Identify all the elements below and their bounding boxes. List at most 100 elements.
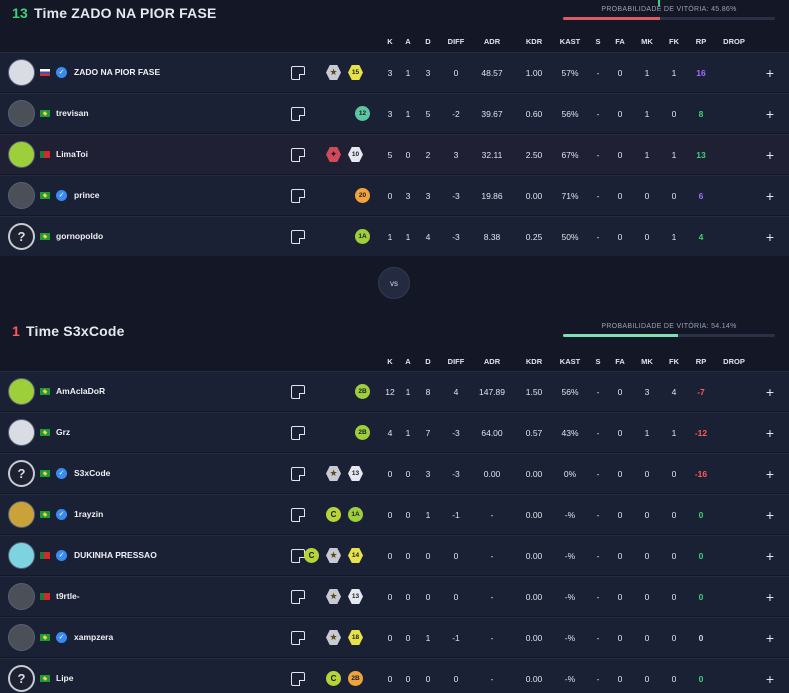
player-name[interactable]: gornopoldo — [56, 231, 103, 241]
stat-d: 8 — [425, 386, 431, 397]
player-avatar[interactable] — [8, 378, 35, 405]
player-name[interactable]: Grz — [56, 427, 70, 437]
stat-adr: 39.67 — [481, 108, 503, 119]
stat-adr: 32.11 — [481, 149, 503, 160]
expand-plus-icon[interactable]: + — [766, 385, 774, 399]
badge-circle-o-icon: 20 — [355, 188, 370, 203]
expand-plus-icon[interactable]: + — [766, 66, 774, 80]
note-icon[interactable] — [291, 148, 305, 162]
stat-d: 3 — [425, 190, 431, 201]
stat-fk: 0 — [671, 190, 677, 201]
stat-fk: 0 — [671, 673, 677, 684]
stat-fk: 1 — [671, 149, 677, 160]
stat-adr: - — [490, 673, 494, 684]
note-icon[interactable] — [291, 631, 305, 645]
note-icon[interactable] — [291, 508, 305, 522]
badge-c-icon: C — [304, 548, 319, 563]
stat-fa: 0 — [617, 591, 623, 602]
player-avatar[interactable] — [8, 100, 35, 127]
column-header-s: S — [595, 357, 601, 366]
expand-plus-icon[interactable]: + — [766, 189, 774, 203]
stat-adr: 147.89 — [479, 386, 505, 397]
team-header: 1 Time S3xCode PROBABILIDADE DE VITÓRIA: 5… — [0, 317, 789, 350]
column-header-s: S — [595, 37, 601, 46]
note-icon[interactable] — [291, 66, 305, 80]
column-header-adr: ADR — [483, 37, 501, 46]
player-name[interactable]: 1rayzin — [74, 509, 103, 519]
stat-fa: 0 — [617, 550, 623, 561]
note-icon[interactable] — [291, 230, 305, 244]
country-flag-icon — [40, 110, 50, 117]
note-icon[interactable] — [291, 385, 305, 399]
player-name[interactable]: t9rtle- — [56, 591, 80, 601]
expand-plus-icon[interactable]: + — [766, 508, 774, 522]
column-header-adr: ADR — [483, 357, 501, 366]
stat-mk: 0 — [644, 632, 650, 643]
stat-rp: -7 — [697, 386, 705, 397]
expand-plus-icon[interactable]: + — [766, 672, 774, 686]
column-header-mk: MK — [641, 357, 653, 366]
player-name[interactable]: xampzera — [74, 632, 113, 642]
expand-plus-icon[interactable]: + — [766, 549, 774, 563]
badge-circle-t-icon: 12 — [355, 106, 370, 121]
note-icon[interactable] — [291, 590, 305, 604]
player-name[interactable]: S3xCode — [74, 468, 110, 478]
player-avatar[interactable] — [8, 501, 35, 528]
expand-plus-icon[interactable]: + — [766, 230, 774, 244]
player-name[interactable]: prince — [74, 190, 100, 200]
win-probability-bar — [563, 334, 775, 337]
player-name[interactable]: ZADO NA PIOR FASE — [74, 67, 160, 77]
column-headers: K A D DIFF ADR KDR KAST S FA MK FK RP DROP — [0, 33, 789, 51]
unknown-avatar-icon[interactable]: ? — [8, 223, 35, 250]
country-flag-icon — [40, 470, 50, 477]
stat-kdr: 0.00 — [525, 632, 543, 643]
stat-kdr: 0.57 — [525, 427, 543, 438]
column-header-kdr: KDR — [525, 37, 543, 46]
stat-a: 0 — [405, 149, 411, 160]
player-name[interactable]: AmAclaDoR — [56, 386, 105, 396]
unknown-avatar-icon[interactable]: ? — [8, 665, 35, 692]
expand-plus-icon[interactable]: + — [766, 426, 774, 440]
player-avatar[interactable] — [8, 182, 35, 209]
expand-plus-icon[interactable]: + — [766, 107, 774, 121]
player-avatar[interactable] — [8, 59, 35, 86]
player-avatar[interactable] — [8, 419, 35, 446]
player-avatar[interactable] — [8, 583, 35, 610]
player-name[interactable]: trevisan — [56, 108, 89, 118]
stat-diff: 0 — [453, 550, 459, 561]
player-name[interactable]: Lipe — [56, 673, 73, 683]
player-avatar[interactable] — [8, 542, 35, 569]
stat-kdr: 0.00 — [525, 673, 543, 684]
stat-kast: -% — [564, 632, 576, 643]
unknown-avatar-icon[interactable]: ? — [8, 460, 35, 487]
stat-a: 1 — [405, 67, 411, 78]
player-avatar[interactable] — [8, 624, 35, 651]
column-header-rp: RP — [695, 357, 707, 366]
expand-plus-icon[interactable]: + — [766, 631, 774, 645]
note-icon[interactable] — [291, 672, 305, 686]
player-row: ✓ ZADO NA PIOR FASE ★ 15 3 1 3 0 48.57 1.00 57% - 0 1… — [0, 52, 789, 92]
note-icon[interactable] — [291, 107, 305, 121]
expand-plus-icon[interactable]: + — [766, 148, 774, 162]
stat-fk: 4 — [671, 386, 677, 397]
note-icon[interactable] — [291, 467, 305, 481]
stat-a: 1 — [405, 386, 411, 397]
stat-diff: -1 — [452, 632, 460, 643]
expand-plus-icon[interactable]: + — [766, 590, 774, 604]
player-name[interactable]: LimaToi — [56, 149, 88, 159]
note-icon[interactable] — [291, 189, 305, 203]
stat-a: 1 — [405, 427, 411, 438]
player-name[interactable]: DUKINHA PRESSAO — [74, 550, 157, 560]
stat-rp: 8 — [698, 108, 704, 119]
stat-mk: 0 — [644, 550, 650, 561]
expand-plus-icon[interactable]: + — [766, 467, 774, 481]
stat-fk: 0 — [671, 509, 677, 520]
stat-a: 1 — [405, 108, 411, 119]
stat-fk: 1 — [671, 427, 677, 438]
team-header: 13 Time ZADO NA PIOR FASE PROBABILIDADE DE… — [0, 0, 789, 33]
player-avatar[interactable] — [8, 141, 35, 168]
stat-k: 3 — [387, 67, 393, 78]
stat-fa: 0 — [617, 386, 623, 397]
note-icon[interactable] — [291, 426, 305, 440]
note-icon[interactable] — [291, 549, 305, 563]
